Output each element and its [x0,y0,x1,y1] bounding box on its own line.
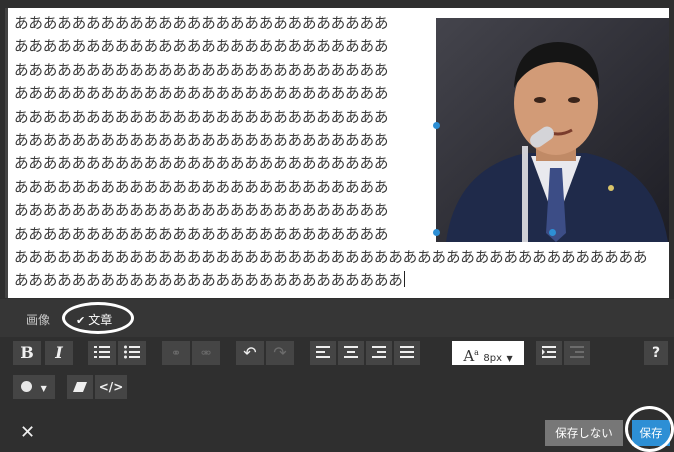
link-icon: ⚭ [170,346,182,360]
unordered-list-icon [124,345,140,359]
italic-button[interactable]: I [45,341,73,365]
align-center-icon [344,346,358,358]
bold-icon: B [20,343,34,362]
source-code-button[interactable]: </> [95,375,127,399]
editor-text-line[interactable]: あああああああああああああああああああああああああああ [14,269,405,290]
font-size-value: 8px [483,353,503,364]
highlight-ring-text-tab [62,302,134,334]
align-justify-icon [400,346,414,358]
help-button[interactable]: ? [644,341,668,365]
photo-image [436,18,669,242]
formatting-toolbar: B I ⚭ ⚮ ↶ ↷ Aa 8px ▼ ? ▼ </> [0,337,674,409]
clear-format-button[interactable] [67,375,93,399]
ordered-list-icon [94,346,110,358]
editor-text-line[interactable]: ああああああああああああああああああああああああああ [14,176,388,197]
eraser-icon [73,382,87,392]
bold-button[interactable]: B [13,341,41,365]
undo-icon: ↶ [243,343,257,362]
color-dropdown[interactable]: ▼ [13,375,55,399]
code-icon: </> [98,380,124,394]
close-icon[interactable]: ✕ [20,422,35,443]
mode-tabs: 画像 ✔ 文章 [0,299,674,337]
editor-text-line[interactable]: ああああああああああああああああああああああああああ [14,129,388,150]
editor-text-line[interactable]: ああああああああああああああああああああああああああ [14,152,388,173]
editor-text-line[interactable]: ああああああああああああああああああああああああああ [14,223,388,244]
align-right-button[interactable] [366,341,392,365]
chevron-down-icon: ▼ [40,384,47,393]
redo-button[interactable]: ↷ [266,341,294,365]
rich-text-editor[interactable]: ああああああああああああああああああああああああああ ああああああああああああああ… [5,8,669,298]
unordered-list-button[interactable] [118,341,146,365]
help-icon: ? [651,345,661,361]
tab-image[interactable]: 画像 [26,311,50,328]
link-button[interactable]: ⚭ [162,341,190,365]
align-left-icon [316,346,330,358]
italic-icon: I [55,343,63,362]
editor-text-line[interactable]: ああああああああああああああああああああああああああああああああああああああああ… [14,246,648,267]
resize-handle-bottom-left[interactable] [433,229,440,236]
inserted-photo[interactable] [436,18,669,242]
editor-text-line[interactable]: ああああああああああああああああああああああああああ [14,35,388,56]
redo-icon: ↷ [273,343,287,362]
editor-window: ああああああああああああああああああああああああああ ああああああああああああああ… [0,0,674,452]
ordered-list-button[interactable] [88,341,116,365]
indent-icon [542,346,556,358]
align-justify-button[interactable] [394,341,420,365]
resize-handle-left[interactable] [433,122,440,129]
resize-handle-bottom[interactable] [549,229,556,236]
unlink-icon: ⚮ [200,346,212,360]
editor-footer: ✕ 保存しない 保存 [0,406,674,452]
indent-button[interactable] [536,341,562,365]
color-icon [21,381,33,392]
editor-text-line[interactable]: ああああああああああああああああああああああああああ [14,12,388,33]
font-size-icon: Aa [463,347,479,365]
dont-save-button[interactable]: 保存しない [545,420,623,446]
editor-text-line[interactable]: ああああああああああああああああああああああああああ [14,59,388,80]
align-right-icon [372,346,386,358]
editor-text-line[interactable]: ああああああああああああああああああああああああああ [14,82,388,103]
editor-text-line[interactable]: ああああああああああああああああああああああああああ [14,199,388,220]
text-caret [403,271,405,288]
highlight-ring-save [625,406,674,452]
outdent-icon [570,346,584,358]
chevron-down-icon: ▼ [506,354,513,363]
undo-button[interactable]: ↶ [236,341,264,365]
unlink-button[interactable]: ⚮ [192,341,220,365]
editor-text-line[interactable]: ああああああああああああああああああああああああああ [14,106,388,127]
outdent-button[interactable] [564,341,590,365]
align-left-button[interactable] [310,341,336,365]
align-center-button[interactable] [338,341,364,365]
font-size-dropdown[interactable]: Aa 8px ▼ [452,341,524,365]
